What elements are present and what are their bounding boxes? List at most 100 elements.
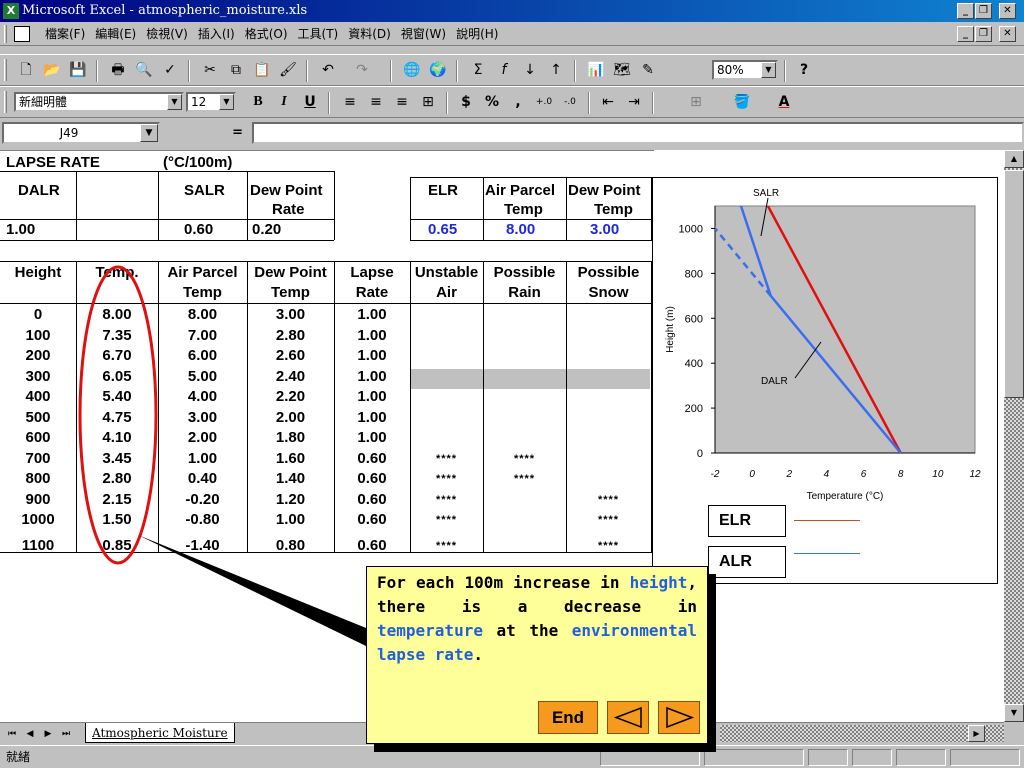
toolbar-separator (574, 60, 576, 82)
menu-items: 檔案(F) 編輯(E) 檢視(V) 插入(I) 格式(O) 工具(T) 資料(D) 視窗(W)… (40, 22, 503, 46)
fill-color-icon[interactable]: 🪣 (730, 90, 754, 114)
scroll-down-icon[interactable]: ▼ (1004, 704, 1024, 722)
cut-icon[interactable]: ✂ (198, 58, 222, 82)
doc-restore-icon[interactable]: ❐ (975, 26, 992, 42)
name-box[interactable]: J49 ▼ (2, 122, 160, 144)
align-left-icon[interactable]: ≡ (338, 90, 362, 114)
paste-function-icon[interactable]: f (492, 58, 516, 82)
next-button[interactable] (658, 701, 700, 734)
insert-hyperlink-icon[interactable]: 🌐 (400, 58, 424, 82)
toolbar-separator (652, 92, 654, 114)
drawing-icon[interactable]: ✎ (636, 58, 660, 82)
font-color-icon[interactable]: A (772, 90, 796, 114)
font-combo[interactable]: 新細明體 ▼ (14, 92, 184, 112)
underline-icon[interactable]: U (298, 90, 322, 114)
restore-icon[interactable]: ❐ (975, 3, 992, 19)
sheet-tab-atmospheric-moisture[interactable]: Atmospheric Moisture (85, 723, 235, 743)
x-tick-label: 8 (898, 469, 904, 480)
chevron-down-icon[interactable]: ▼ (140, 124, 158, 142)
doc-close-icon[interactable]: ✕ (999, 26, 1016, 42)
percent-icon[interactable]: % (480, 90, 504, 114)
close-icon[interactable]: ✕ (999, 3, 1016, 19)
help-icon[interactable]: ? (792, 58, 816, 82)
menu-item[interactable]: 編輯(E) (90, 22, 141, 46)
autosum-icon[interactable]: Σ (466, 58, 490, 82)
toolbar-grip (4, 91, 7, 113)
triangle-right-icon (666, 706, 695, 729)
menu-item[interactable]: 工具(T) (293, 22, 344, 46)
scroll-right-icon[interactable]: ▶ (968, 725, 985, 742)
print-preview-icon[interactable]: 🔍 (132, 58, 156, 82)
web-toolbar-icon[interactable]: 🌍 (426, 58, 450, 82)
open-folder-icon[interactable]: 📂 (40, 58, 64, 82)
scroll-thumb[interactable] (1004, 170, 1024, 398)
save-icon[interactable]: 💾 (66, 58, 90, 82)
zoom-combo[interactable]: 80% ▼ (712, 60, 778, 80)
comma-style-icon[interactable]: , (506, 90, 530, 114)
italic-icon[interactable]: I (272, 90, 296, 114)
title-bar: X Microsoft Excel - atmospheric_moisture… (0, 0, 1024, 22)
increase-decimal-icon[interactable]: +.0 (532, 90, 556, 114)
minimize-icon[interactable]: _ (957, 3, 974, 19)
redo-icon[interactable]: ↷ (350, 58, 374, 82)
align-right-icon[interactable]: ≡ (390, 90, 414, 114)
align-center-icon[interactable]: ≡ (364, 90, 388, 114)
menu-item[interactable]: 檢視(V) (141, 22, 193, 46)
horizontal-scrollbar[interactable]: ▶ (720, 725, 1004, 742)
map-icon[interactable]: 🗺 (610, 58, 634, 82)
x-tick-label: 0 (749, 469, 755, 480)
bold-icon[interactable]: B (246, 90, 270, 114)
sort-descending-icon[interactable]: ↑ (544, 58, 568, 82)
chevron-down-icon[interactable]: ▼ (761, 62, 776, 78)
format-painter-icon[interactable]: 🖌 (276, 58, 300, 82)
next-sheet-icon[interactable]: ▶ (40, 726, 56, 742)
print-icon[interactable]: 🖶 (106, 58, 130, 82)
merge-center-icon[interactable]: ⊞ (416, 90, 440, 114)
prev-sheet-icon[interactable]: ◀ (22, 726, 38, 742)
menu-item[interactable]: 資料(D) (343, 22, 396, 46)
chart-wizard-icon[interactable]: 📊 (584, 58, 608, 82)
menu-item[interactable]: 格式(O) (240, 22, 293, 46)
last-sheet-icon[interactable]: ⏭ (58, 726, 74, 742)
sort-ascending-icon[interactable]: ↓ (518, 58, 542, 82)
chevron-down-icon[interactable]: ▼ (167, 94, 182, 110)
status-cell (808, 749, 848, 766)
paste-icon[interactable]: 📋 (250, 58, 274, 82)
menu-item[interactable]: 插入(I) (193, 22, 240, 46)
edit-formula-button[interactable]: = (165, 122, 251, 144)
vertical-scrollbar[interactable]: ▲ ▼ (1004, 150, 1024, 722)
menu-item[interactable]: 說明(H) (451, 22, 503, 46)
previous-button[interactable] (607, 701, 649, 734)
end-button[interactable]: End (538, 701, 598, 734)
scroll-up-icon[interactable]: ▲ (1004, 150, 1024, 168)
font-size-value: 12 (191, 95, 207, 109)
menu-item[interactable]: 視窗(W) (396, 22, 451, 46)
menu-item[interactable]: 檔案(F) (40, 22, 90, 46)
increase-indent-icon[interactable]: ⇥ (622, 90, 646, 114)
callout-keyword-height: height (629, 573, 688, 592)
currency-icon[interactable]: $ (454, 90, 478, 114)
chevron-down-icon[interactable]: ▼ (219, 94, 234, 110)
status-cell (704, 749, 804, 766)
window-title: Microsoft Excel - atmospheric_moisture.x… (22, 3, 308, 18)
annotation-dalr: DALR (761, 376, 788, 387)
decrease-indent-icon[interactable]: ⇤ (596, 90, 620, 114)
font-size-combo[interactable]: 12 ▼ (186, 92, 236, 112)
formula-input[interactable] (252, 122, 1024, 144)
first-sheet-icon[interactable]: ⏮ (4, 726, 20, 742)
doc-minimize-icon[interactable]: _ (957, 26, 974, 42)
borders-icon[interactable]: ⊞ (684, 90, 708, 114)
triangle-left-icon (613, 706, 642, 729)
status-cell (950, 749, 1020, 766)
workbook-icon[interactable] (14, 26, 30, 42)
decrease-decimal-icon[interactable]: -.0 (558, 90, 582, 114)
spelling-icon[interactable]: ✓ (158, 58, 182, 82)
copy-icon[interactable]: ⧉ (224, 58, 248, 82)
x-tick-label: 6 (861, 469, 867, 480)
status-cell (852, 749, 892, 766)
formatting-toolbar: 新細明體 ▼ 12 ▼ B I U ≡ ≡ ≡ ⊞ $ % , +.0 -.0 … (0, 86, 1024, 118)
new-file-icon[interactable]: 🗋 (14, 58, 38, 82)
legend-line-alr (794, 553, 860, 554)
undo-icon[interactable]: ↶ (316, 58, 340, 82)
x-tick-label: 2 (786, 469, 793, 480)
